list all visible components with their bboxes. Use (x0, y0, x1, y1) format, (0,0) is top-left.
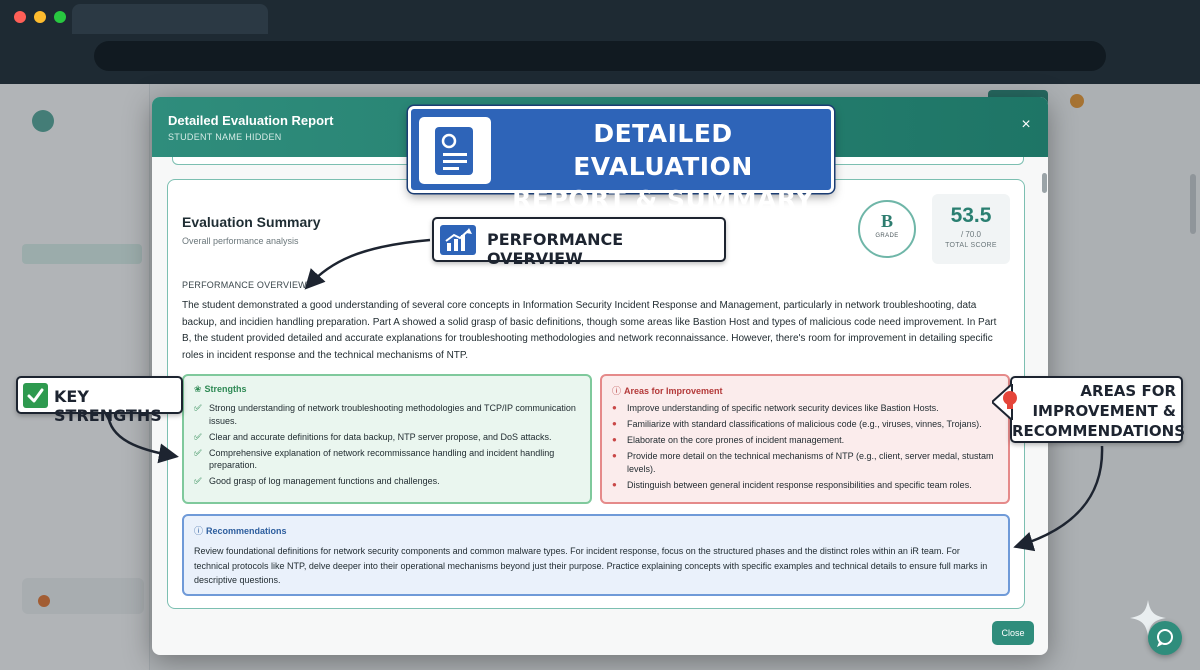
recommendations-heading: ⓘ Recommendations (194, 524, 287, 537)
improvement-panel: ⓘ Areas for Improvement ● Improve understa… (600, 374, 1010, 504)
strength-text: Clear and accurate definitions for data … (209, 431, 552, 442)
strength-text: Comprehensive explanation of network rec… (209, 447, 555, 471)
callout-line: DETAILED EVALUATION (573, 119, 753, 181)
ribbon-icon: ❀ (194, 384, 202, 394)
strengths-title: Strengths (204, 384, 247, 394)
bullet-icon: ● (612, 403, 617, 412)
close-icon[interactable]: × (1018, 117, 1034, 133)
improvement-text: Provide more detail on the technical mec… (627, 451, 994, 474)
check-icon (23, 383, 48, 408)
document-icon (419, 117, 491, 184)
bullet-icon: ● (612, 451, 617, 460)
list-item: ✅︎ Good grasp of log management functions… (194, 475, 579, 488)
list-item: ● Distinguish between general incident re… (612, 479, 997, 492)
chat-assistant-button[interactable] (1148, 621, 1182, 655)
total-score-box: 53.5 / 70.0 TOTAL SCORE (932, 194, 1010, 264)
strengths-callout-text: KEY STRENGTHS (54, 387, 162, 425)
improvement-list: ● Improve understanding of specific netwo… (612, 402, 997, 495)
report-summary-callout-text: DETAILED EVALUATION REPORT & SUMMARY (503, 117, 823, 216)
strengths-heading: ❀ Strengths (194, 384, 247, 395)
score-value: 53.5 (950, 204, 992, 227)
modal-scrollbar[interactable] (1042, 173, 1047, 193)
score-max: / 70.0 (960, 230, 981, 239)
bullet-icon: ● (612, 419, 617, 428)
chart-up-icon (440, 225, 476, 255)
close-button[interactable]: Close (992, 621, 1034, 645)
callout-line: REPORT & SUMMARY (512, 185, 814, 214)
areas-callout-text: AREAS FOR IMPROVEMENT & RECOMMENDATIONS (1012, 381, 1186, 441)
key-strengths-callout: KEY STRENGTHS (16, 376, 183, 425)
bullet-icon: ● (612, 479, 617, 489)
browser-tab[interactable] (72, 4, 268, 34)
areas-callout: AREAS FOR IMPROVEMENT & RECOMMENDATIONS (992, 376, 1186, 443)
address-bar[interactable] (94, 41, 1106, 71)
improvement-text: Improve understanding of specific networ… (627, 403, 939, 413)
recommendations-title: Recommendations (206, 526, 287, 536)
window-controls (14, 11, 66, 23)
recommendations-panel: ⓘ Recommendations Review foundational def… (182, 514, 1010, 596)
callout-line: IMPROVEMENT & (1032, 402, 1176, 420)
list-item: ● Provide more detail on the technical me… (612, 450, 997, 475)
maximize-window-button[interactable] (54, 11, 66, 23)
performance-callout-text: PERFORMANCE OVERVIEW (487, 230, 624, 268)
check-circle-icon: ✅︎ (194, 403, 202, 413)
summary-subtitle: Overall performance analysis (182, 236, 299, 246)
improvement-text: Elaborate on the core prones of incident… (627, 435, 845, 445)
improvement-title: Areas for Improvement (624, 386, 723, 396)
performance-overview-text: The student demonstrated a good understa… (182, 300, 997, 361)
performance-overview-label: PERFORMANCE OVERVIEW (182, 280, 307, 290)
strength-text: Good grasp of log management functions a… (209, 476, 440, 486)
list-item: ✅︎ Comprehensive explanation of network r… (194, 447, 579, 472)
strengths-panel: ❀ Strengths ✅︎ Strong understanding of net… (182, 374, 592, 504)
list-item: ● Elaborate on the core prones of inciden… (612, 434, 997, 447)
check-circle-icon: ✅︎ (194, 476, 202, 486)
improvement-heading: ⓘ Areas for Improvement (612, 384, 723, 397)
minimize-window-button[interactable] (34, 11, 46, 23)
info-icon: ⓘ (194, 526, 204, 536)
info-icon: ⓘ (612, 386, 622, 396)
grade-label: GRADE (875, 233, 899, 239)
improvement-text: Distinguish between general incident res… (627, 479, 972, 490)
grade-letter: B (880, 211, 893, 231)
report-summary-callout: DETAILED EVALUATION REPORT & SUMMARY (408, 106, 834, 214)
list-item: ● Improve understanding of specific netwo… (612, 402, 997, 415)
browser-chrome (0, 0, 1200, 84)
improvement-text: Familiarize with standard classification… (627, 419, 982, 429)
check-circle-icon: ✅︎ (194, 447, 202, 458)
list-item: ✅︎ Strong understanding of network troubl… (194, 402, 579, 427)
recommendations-text: Review foundational definitions for netw… (194, 546, 988, 585)
grade-badge: B GRADE (858, 200, 916, 258)
close-window-button[interactable] (14, 11, 26, 23)
bullet-icon: ● (612, 435, 617, 444)
modal-subtitle: STUDENT NAME HIDDEN (168, 132, 282, 142)
check-circle-icon: ✅︎ (194, 431, 202, 442)
strength-text: Strong understanding of network troubles… (209, 403, 576, 426)
callout-line: AREAS FOR (1080, 382, 1176, 400)
score-label: TOTAL SCORE (945, 242, 997, 249)
callout-line: RECOMMENDATIONS (1012, 422, 1186, 440)
modal-title: Detailed Evaluation Report (168, 113, 334, 128)
chat-icon (1157, 629, 1173, 647)
performance-overview-callout: PERFORMANCE OVERVIEW (432, 217, 726, 268)
strengths-list: ✅︎ Strong understanding of network troubl… (194, 402, 579, 491)
list-item: ● Familiarize with standard classificatio… (612, 418, 997, 431)
summary-title: Evaluation Summary (182, 214, 321, 230)
list-item: ✅︎ Clear and accurate definitions for dat… (194, 431, 579, 444)
